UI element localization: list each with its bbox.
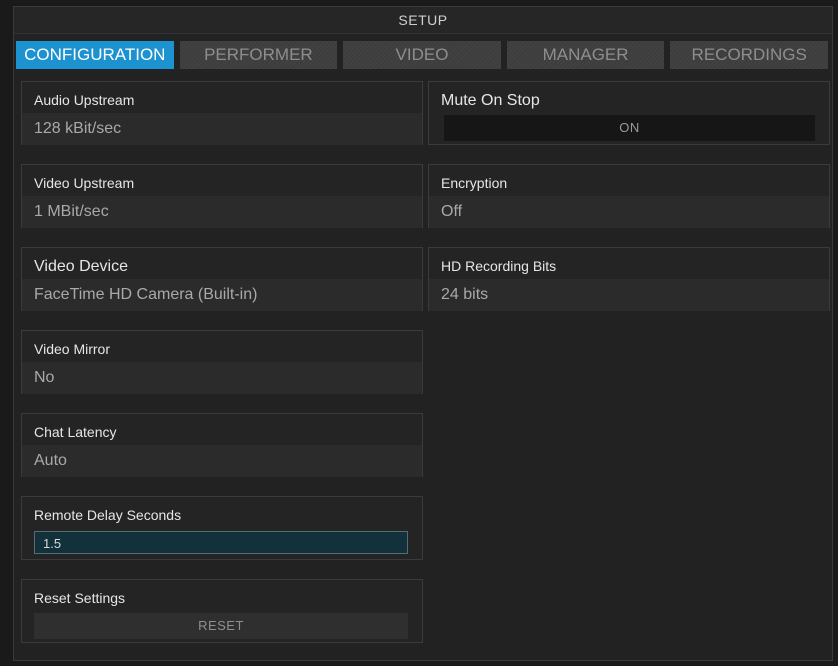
audio-upstream-setting: Audio Upstream 128 kBit/sec <box>21 81 423 145</box>
tab-recordings[interactable]: RECORDINGS <box>670 41 828 69</box>
video-upstream-setting: Video Upstream 1 MBit/sec <box>21 164 423 228</box>
video-upstream-label: Video Upstream <box>34 175 135 191</box>
chat-latency-setting: Chat Latency Auto <box>21 413 423 477</box>
mute-on-stop-toggle[interactable]: ON <box>444 115 815 141</box>
hd-recording-bits-select[interactable]: 24 bits <box>429 279 829 311</box>
chat-latency-label: Chat Latency <box>34 424 117 440</box>
tab-configuration[interactable]: CONFIGURATION <box>16 41 174 69</box>
encryption-setting: Encryption Off <box>428 164 830 228</box>
mute-on-stop-label: Mute On Stop <box>441 92 540 109</box>
video-device-select[interactable]: FaceTime HD Camera (Built-in) <box>22 279 422 311</box>
reset-button[interactable]: RESET <box>34 613 408 639</box>
mute-on-stop-setting: Mute On Stop ON <box>428 81 830 145</box>
remote-delay-label: Remote Delay Seconds <box>34 507 182 523</box>
tab-manager[interactable]: MANAGER <box>506 41 665 69</box>
video-device-setting: Video Device FaceTime HD Camera (Built-i… <box>21 247 423 311</box>
encryption-select[interactable]: Off <box>429 196 829 228</box>
setup-window: SETUP CONFIGURATION PERFORMER VIDEO MANA… <box>13 6 833 661</box>
window-title: SETUP <box>14 7 832 34</box>
audio-upstream-label: Audio Upstream <box>34 92 135 108</box>
reset-settings-setting: Reset Settings RESET <box>21 579 423 643</box>
video-mirror-select[interactable]: No <box>22 362 422 394</box>
tab-video[interactable]: VIDEO <box>343 41 501 69</box>
remote-delay-input[interactable]: 1.5 <box>34 531 408 554</box>
right-settings-column: Mute On Stop ON Encryption Off HD Record… <box>428 81 830 330</box>
audio-upstream-select[interactable]: 128 kBit/sec <box>22 113 422 145</box>
tab-performer[interactable]: PERFORMER <box>179 41 338 69</box>
hd-recording-bits-label: HD Recording Bits <box>441 258 557 274</box>
tab-bar: CONFIGURATION PERFORMER VIDEO MANAGER RE… <box>16 41 828 69</box>
chat-latency-select[interactable]: Auto <box>22 445 422 477</box>
left-settings-column: Audio Upstream 128 kBit/sec Video Upstre… <box>21 81 423 643</box>
video-mirror-setting: Video Mirror No <box>21 330 423 394</box>
reset-settings-label: Reset Settings <box>34 590 126 606</box>
encryption-label: Encryption <box>441 175 508 191</box>
video-mirror-label: Video Mirror <box>34 341 110 357</box>
video-upstream-select[interactable]: 1 MBit/sec <box>22 196 422 228</box>
hd-recording-bits-setting: HD Recording Bits 24 bits <box>428 247 830 311</box>
video-device-label: Video Device <box>34 258 128 275</box>
remote-delay-setting: Remote Delay Seconds 1.5 <box>21 496 423 560</box>
